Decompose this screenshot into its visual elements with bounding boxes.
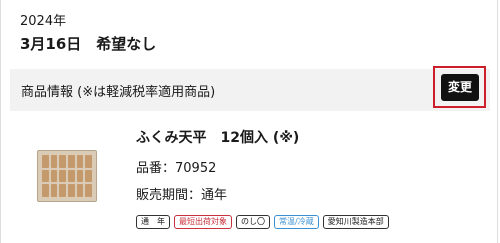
product-name: ふくみ天平 12個入 (※) bbox=[136, 130, 300, 146]
tag-temperature: 常温/冷蔵 bbox=[274, 215, 319, 229]
tag-factory: 愛知川製造本部 bbox=[322, 215, 389, 229]
tag-fastest-shipping: 最短出荷対象 bbox=[174, 215, 232, 229]
product-code: 品番：70952 bbox=[136, 161, 217, 176]
tag-year-round: 通 年 bbox=[136, 215, 170, 229]
sales-period: 販売期間：通年 bbox=[136, 188, 228, 203]
product-info-title: 商品情報 (※は軽減税率適用商品) bbox=[21, 85, 216, 100]
product-tags: 通 年 最短出荷対象 のし〇 常温/冷蔵 愛知川製造本部 bbox=[136, 215, 389, 229]
tag-noshi: のし〇 bbox=[236, 215, 270, 229]
change-button[interactable]: 変更 bbox=[441, 74, 479, 101]
delivery-date: 3月16日 希望なし bbox=[20, 35, 157, 53]
delivery-year: 2024年 bbox=[20, 14, 67, 29]
product-info-header: 商品情報 (※は軽減税率適用商品) 変更 bbox=[10, 66, 490, 111]
product-image bbox=[37, 150, 97, 202]
change-button-highlight: 変更 bbox=[433, 66, 486, 108]
order-panel: 2024年 3月16日 希望なし 商品情報 (※は軽減税率適用商品) 変更 ふく… bbox=[0, 0, 498, 243]
